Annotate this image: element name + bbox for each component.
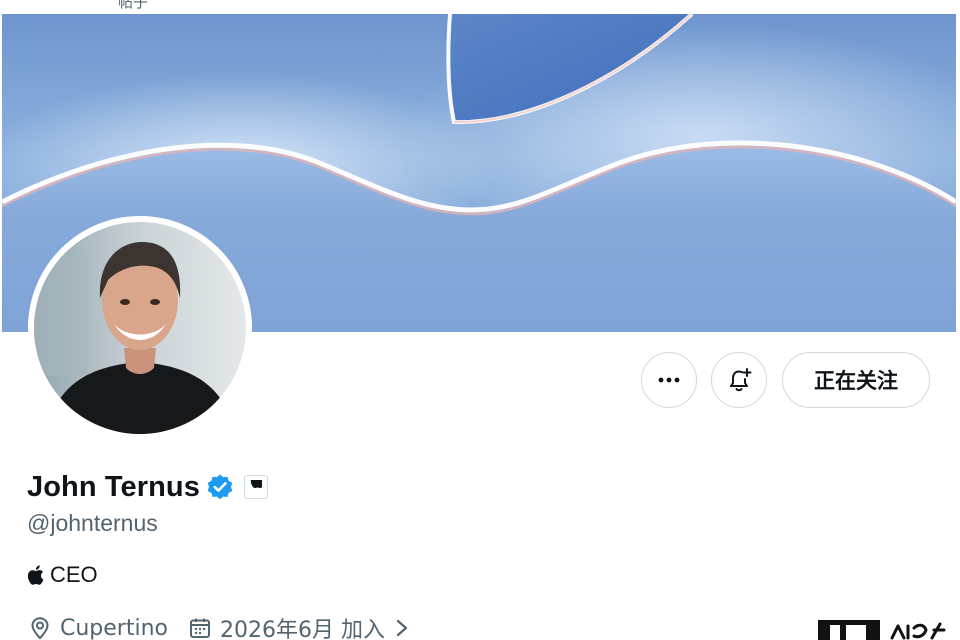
display-name: John Ternus bbox=[27, 470, 200, 503]
more-horizontal-icon bbox=[658, 377, 680, 383]
bio-text: CEO bbox=[50, 562, 98, 587]
following-button[interactable]: 正在关注 bbox=[782, 352, 930, 408]
verified-badge-icon[interactable] bbox=[206, 473, 234, 501]
location-pin-icon bbox=[31, 617, 49, 640]
profile-bio: CEO bbox=[27, 562, 98, 588]
joined-text: 2026年6月 加入 bbox=[220, 618, 385, 640]
notifications-button[interactable] bbox=[711, 352, 767, 408]
profile-handle: @johnternus bbox=[27, 510, 158, 536]
watermark-block bbox=[818, 620, 880, 640]
avatar-photo bbox=[28, 216, 252, 440]
affiliate-badge[interactable] bbox=[243, 475, 268, 499]
bell-plus-icon bbox=[730, 368, 752, 392]
chevron-right-icon bbox=[395, 618, 417, 638]
calendar-icon bbox=[190, 618, 210, 638]
joined-item[interactable]: 2026年6月 加入 bbox=[188, 612, 417, 640]
profile-avatar[interactable] bbox=[28, 216, 252, 440]
location-text: Cupertino bbox=[60, 615, 168, 640]
apple-logo-icon bbox=[27, 565, 44, 585]
profile-name-row: John Ternus bbox=[27, 468, 268, 506]
top-bar-partial-title: 帖子 bbox=[118, 0, 149, 11]
top-bar: 帖子 bbox=[0, 0, 960, 14]
watermark-logo bbox=[818, 620, 948, 640]
apple-logo-icon bbox=[251, 479, 263, 488]
profile-page: 帖子 正在关注 John Ternus @johnternus CEO Cupe… bbox=[0, 0, 960, 640]
profile-meta: Cupertino 2026年6月 加入 bbox=[28, 612, 437, 640]
location-item: Cupertino bbox=[28, 616, 168, 640]
watermark-glyphs bbox=[888, 620, 948, 640]
more-options-button[interactable] bbox=[641, 352, 697, 408]
